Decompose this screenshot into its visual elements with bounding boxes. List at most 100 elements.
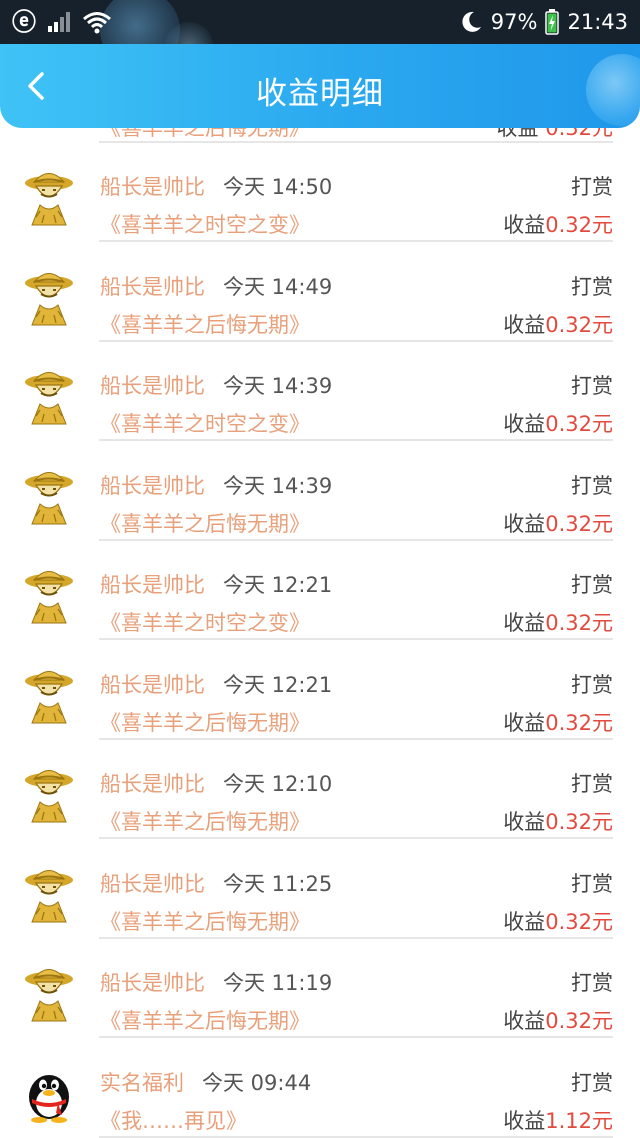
book-title[interactable]: 《喜羊羊之后悔无期》 — [100, 309, 310, 339]
list-item[interactable]: 船长是帅比 今天 11:19 打赏《喜羊羊之后悔无期》 收益0.32元 — [0, 939, 640, 1038]
earning: 收益1.12元 — [503, 1105, 613, 1135]
transaction-type: 打赏 — [571, 175, 613, 199]
luffy-avatar[interactable] — [22, 167, 76, 227]
transaction-type: 打赏 — [571, 871, 613, 896]
list-item[interactable]: 船长是帅比 今天 11:25 打赏《喜羊羊之后悔无期》 收益0.32元 — [0, 840, 640, 939]
luffy-avatar[interactable] — [22, 963, 76, 1023]
luffy-avatar[interactable] — [22, 864, 76, 924]
luffy-avatar[interactable] — [22, 665, 76, 725]
user-name[interactable]: 船长是帅比 — [100, 370, 205, 400]
timestamp: 今天 12:21 — [223, 573, 333, 597]
book-title[interactable]: 《喜羊羊之后悔无期》 — [100, 906, 310, 936]
transaction-type: 打赏 — [571, 971, 613, 995]
user-name[interactable]: 船长是帅比 — [100, 669, 205, 699]
book-title[interactable]: 《我……再见》 — [100, 1105, 247, 1135]
list-item[interactable]: 实名福利 今天 09:44 打赏《我……再见》 收益1.12元 — [0, 1039, 640, 1138]
luffy-avatar[interactable] — [22, 565, 76, 625]
user-name[interactable]: 船长是帅比 — [100, 768, 205, 798]
clock: 21:43 — [567, 10, 628, 34]
earning: 收益0.32元 — [503, 209, 613, 239]
earning-amount: 0.32元 — [545, 909, 613, 934]
battery-icon — [545, 9, 560, 35]
timestamp: 今天 14:50 — [223, 175, 333, 199]
luffy-avatar[interactable] — [22, 366, 76, 426]
earning-label: 收益 — [503, 312, 546, 337]
earning-label: 收益 — [503, 1009, 546, 1033]
luffy-avatar[interactable] — [22, 764, 76, 824]
status-left: ⓔ — [12, 8, 112, 36]
user-name[interactable]: 船长是帅比 — [100, 470, 205, 500]
earning-label: 收益 — [503, 909, 546, 934]
transaction-type: 打赏 — [571, 274, 613, 299]
timestamp: 今天 12:21 — [223, 672, 333, 697]
signal-icon — [48, 12, 70, 32]
earnings-list[interactable]: 《喜羊羊之后悔无期》 收益 0.32元 船长是帅比 今天 14:50 打赏 《喜羊羊之… — [0, 44, 640, 1138]
carrier-icon: ⓔ — [12, 8, 36, 36]
list-item[interactable]: 船长是帅比 今天 14:39 打赏 《喜羊羊之时空之变》 收益0.32元 — [0, 342, 640, 441]
transaction-type: 打赏 — [571, 1070, 613, 1095]
list-item[interactable]: 船长是帅比 今天 14:50 打赏《喜羊羊之时空之变》 收益0.32元 — [0, 143, 640, 242]
earning: 收益0.32元 — [503, 806, 613, 836]
book-title[interactable]: 《喜羊羊之后悔无期》 — [100, 1005, 310, 1035]
book-title[interactable]: 《喜羊羊之后悔无期》 — [100, 508, 310, 538]
earning: 收益0.32元 — [503, 607, 613, 637]
user-name[interactable]: 船长是帅比 — [100, 868, 205, 898]
list-item[interactable]: 船长是帅比 今天 12:21 打赏《喜羊羊之后悔无期》 收益0.32元 — [0, 641, 640, 740]
book-title[interactable]: 《喜羊羊之时空之变》 — [100, 209, 310, 239]
transaction-type: 打赏 — [571, 672, 613, 697]
transaction-type: 打赏 — [571, 573, 613, 597]
page-title: 收益明细 — [256, 76, 384, 112]
qq-penguin-avatar[interactable] — [22, 1063, 76, 1123]
timestamp: 今天 09:44 — [202, 1070, 312, 1095]
user-name[interactable]: 船长是帅比 — [100, 171, 205, 201]
earning-label: 收益 — [503, 511, 546, 536]
earning-amount: 0.32元 — [545, 810, 613, 834]
list-item[interactable]: 船长是帅比 今天 14:39 打赏《喜羊羊之后悔无期》 收益0.32元 — [0, 442, 640, 541]
timestamp: 今天 14:49 — [223, 274, 333, 299]
wifi-icon — [83, 12, 111, 34]
list-item[interactable]: 船长是帅比 今天 12:21 打赏《喜羊羊之时空之变》 收益0.32元 — [0, 541, 640, 640]
list-item[interactable]: 船长是帅比 今天 12:10 打赏《喜羊羊之后悔无期》 收益0.32元 — [0, 740, 640, 839]
earning: 收益0.32元 — [503, 408, 613, 438]
user-name[interactable]: 船长是帅比 — [100, 569, 205, 599]
earning-amount: 0.32元 — [545, 312, 613, 337]
earning: 收益0.32元 — [503, 906, 613, 936]
luffy-avatar[interactable] — [22, 466, 76, 526]
timestamp: 今天 11:25 — [223, 871, 333, 896]
book-title[interactable]: 《喜羊羊之后悔无期》 — [100, 806, 310, 836]
earning-amount: 0.32元 — [545, 710, 613, 735]
earning-amount: 0.32元 — [545, 611, 613, 635]
earning-amount: 0.32元 — [545, 213, 613, 237]
earning: 收益0.32元 — [503, 1005, 613, 1035]
user-name[interactable]: 船长是帅比 — [100, 967, 205, 997]
earning: 收益0.32元 — [503, 508, 613, 538]
book-title[interactable]: 《喜羊羊之时空之变》 — [100, 408, 310, 438]
row-divider — [99, 1135, 613, 1138]
status-bar: ⓔ 97% 21:43 — [0, 0, 640, 70]
book-title[interactable]: 《喜羊羊之时空之变》 — [100, 607, 310, 637]
earning-label: 收益 — [503, 412, 546, 436]
app-header: 收益明细 — [0, 44, 640, 128]
earning-label: 收益 — [503, 1108, 546, 1133]
earning-amount: 0.32元 — [545, 511, 613, 536]
timestamp: 今天 14:39 — [223, 374, 333, 398]
book-title[interactable]: 《喜羊羊之后悔无期》 — [100, 707, 310, 737]
user-name[interactable]: 实名福利 — [100, 1067, 184, 1097]
earning-label: 收益 — [503, 213, 546, 237]
earning-label: 收益 — [503, 710, 546, 735]
earning-amount: 1.12元 — [545, 1108, 613, 1133]
luffy-avatar[interactable] — [22, 267, 76, 327]
earning-label: 收益 — [503, 810, 546, 834]
list-item[interactable]: 船长是帅比 今天 14:49 打赏《喜羊羊之后悔无期》 收益0.32元 — [0, 243, 640, 342]
timestamp: 今天 11:19 — [223, 971, 333, 995]
timestamp: 今天 14:39 — [223, 473, 333, 498]
transaction-type: 打赏 — [571, 473, 613, 498]
earning-amount: 0.32元 — [545, 412, 613, 436]
earning-label: 收益 — [503, 611, 546, 635]
transaction-type: 打赏 — [571, 772, 613, 796]
earning-amount: 0.32元 — [545, 1009, 613, 1033]
timestamp: 今天 12:10 — [223, 772, 333, 796]
earning: 收益0.32元 — [503, 309, 613, 339]
earning: 收益0.32元 — [503, 707, 613, 737]
user-name[interactable]: 船长是帅比 — [100, 271, 205, 301]
